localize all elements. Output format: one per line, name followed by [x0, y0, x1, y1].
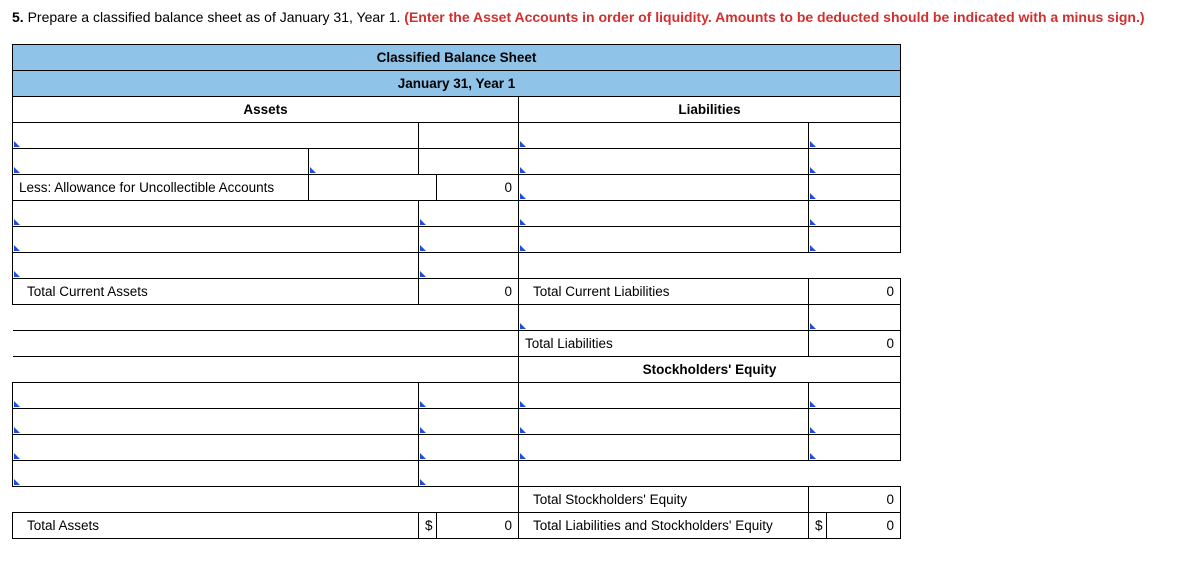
asset-account-dropdown[interactable]: [13, 460, 419, 486]
asset-account-dropdown[interactable]: [13, 382, 419, 408]
sheet-date: January 31, Year 1: [13, 70, 901, 96]
spacer: [13, 486, 419, 512]
spacer: [419, 330, 519, 356]
asset-amount-input[interactable]: [309, 148, 419, 174]
liability-account-dropdown[interactable]: [519, 200, 809, 226]
spacer: [419, 174, 437, 200]
liability-amount-input[interactable]: [809, 148, 901, 174]
question-number: 5.: [12, 9, 24, 25]
liability-account-dropdown[interactable]: [519, 226, 809, 252]
asset-amount-input[interactable]: [419, 460, 519, 486]
spacer: [419, 304, 519, 330]
spacer: [13, 356, 419, 382]
equity-amount-input[interactable]: [809, 434, 901, 460]
total-current-assets-value: 0: [437, 278, 519, 304]
liability-amount-input[interactable]: [809, 226, 901, 252]
liability-amount-input[interactable]: [809, 200, 901, 226]
asset-account-dropdown[interactable]: [13, 226, 419, 252]
asset-account-dropdown[interactable]: [13, 252, 419, 278]
liability-amount-input[interactable]: [809, 122, 901, 148]
total-liabilities-label: Total Liabilities: [519, 330, 809, 356]
balance-sheet-table: Classified Balance Sheet January 31, Yea…: [12, 44, 901, 539]
dollar-sign: $: [809, 512, 827, 538]
total-liab-se-value: 0: [827, 512, 901, 538]
total-se-value: 0: [827, 486, 901, 512]
spacer: [309, 174, 419, 200]
total-liab-se-label: Total Liabilities and Stockholders' Equi…: [519, 512, 809, 538]
liability-account-dropdown[interactable]: [519, 122, 809, 148]
equity-account-dropdown[interactable]: [519, 434, 809, 460]
asset-account-dropdown[interactable]: [13, 434, 419, 460]
question-prompt: 5. Prepare a classified balance sheet as…: [12, 8, 1188, 28]
spacer: [419, 356, 519, 382]
spacer: [809, 278, 827, 304]
stockholders-equity-header: Stockholders' Equity: [519, 356, 901, 382]
spacer: [13, 330, 419, 356]
spacer: [809, 486, 827, 512]
liabilities-header: Liabilities: [519, 96, 901, 122]
equity-amount-input[interactable]: [809, 408, 901, 434]
assets-header: Assets: [13, 96, 519, 122]
spacer: [13, 304, 419, 330]
liability-account-dropdown[interactable]: [519, 174, 809, 200]
question-text: Prepare a classified balance sheet as of…: [28, 9, 401, 25]
asset-amount-input[interactable]: [419, 200, 519, 226]
less-allowance-label: Less: Allowance for Uncollectible Accoun…: [13, 174, 309, 200]
spacer: [519, 460, 901, 486]
total-liabilities-value: 0: [827, 330, 901, 356]
spacer: [809, 330, 827, 356]
liability-amount-input[interactable]: [809, 174, 901, 200]
asset-amount-input[interactable]: [419, 408, 519, 434]
spacer: [519, 252, 901, 278]
spacer: [419, 122, 519, 148]
total-se-label: Total Stockholders' Equity: [519, 486, 809, 512]
spacer: [419, 148, 519, 174]
equity-account-dropdown[interactable]: [519, 382, 809, 408]
total-current-assets-label: Total Current Assets: [13, 278, 419, 304]
total-assets-value: 0: [437, 512, 519, 538]
less-allowance-value[interactable]: 0: [437, 174, 519, 200]
total-assets-label: Total Assets: [13, 512, 419, 538]
total-current-liabilities-value: 0: [827, 278, 901, 304]
dollar-sign: $: [419, 512, 437, 538]
sheet-title: Classified Balance Sheet: [13, 44, 901, 70]
spacer: [419, 486, 519, 512]
asset-account-dropdown[interactable]: [13, 408, 419, 434]
asset-amount-input[interactable]: [419, 252, 519, 278]
liability-account-dropdown[interactable]: [519, 148, 809, 174]
asset-account-dropdown[interactable]: [13, 148, 309, 174]
equity-amount-input[interactable]: [809, 382, 901, 408]
asset-amount-input[interactable]: [419, 226, 519, 252]
spacer: [419, 278, 437, 304]
asset-account-dropdown[interactable]: [13, 122, 419, 148]
liability-account-dropdown[interactable]: [519, 304, 809, 330]
total-current-liabilities-label: Total Current Liabilities: [519, 278, 809, 304]
equity-account-dropdown[interactable]: [519, 408, 809, 434]
liability-amount-input[interactable]: [809, 304, 901, 330]
question-instruction: (Enter the Asset Accounts in order of li…: [404, 9, 1144, 25]
asset-amount-input[interactable]: [419, 382, 519, 408]
asset-amount-input[interactable]: [419, 434, 519, 460]
asset-account-dropdown[interactable]: [13, 200, 419, 226]
